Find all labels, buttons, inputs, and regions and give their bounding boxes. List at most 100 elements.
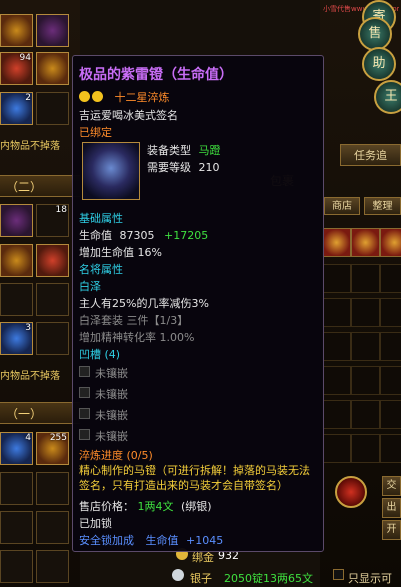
silver-value: 2050锭13两65文: [224, 572, 313, 585]
inventory-slot[interactable]: [36, 472, 69, 505]
inventory-slot[interactable]: 4: [0, 432, 33, 465]
safe-lock-value: +1045: [186, 534, 224, 547]
sell-out-button[interactable]: 出: [382, 498, 401, 518]
item-tooltip: 极品的紫雷镫（生命值） 十二星淬炼 吉运爱喝冰美式签名 已绑定 装备类型 马蹬 …: [72, 55, 324, 552]
trade-button[interactable]: 交: [382, 476, 401, 496]
sell-button[interactable]: 售: [358, 17, 392, 51]
socket-icon: [79, 408, 90, 419]
bag-slot[interactable]: [380, 434, 401, 463]
baize-set: 白泽套装 三件【1/3】: [79, 314, 189, 327]
silver-label: 银子: [190, 572, 212, 585]
sell-slot-icon[interactable]: [335, 476, 367, 508]
hp-row: 生命值 87305 +17205: [79, 227, 208, 243]
bag-slot[interactable]: [322, 366, 351, 395]
inventory-slot[interactable]: [36, 244, 69, 277]
silver-coin-icon: [172, 569, 184, 581]
item-count: 3: [25, 323, 31, 333]
refine-progress: 淬炼进度 (0/5): [79, 449, 153, 462]
socket-icon: [79, 366, 90, 377]
bag-slot[interactable]: [322, 228, 351, 257]
inventory-slot[interactable]: [0, 511, 33, 544]
inventory-slot[interactable]: [0, 472, 33, 505]
help-button[interactable]: 助: [362, 47, 396, 81]
level-value: 210: [198, 161, 220, 174]
bag-slot[interactable]: [380, 400, 401, 429]
arrange-tab[interactable]: 整理: [364, 197, 401, 215]
bag-slot[interactable]: [351, 400, 380, 429]
sell-price-row: 售店价格： 1两4文 (绑银): [79, 498, 212, 514]
inventory-slot[interactable]: [0, 204, 33, 237]
socket-icon: [79, 429, 90, 440]
locked-status: 已加锁: [79, 517, 112, 530]
bag-slot[interactable]: [380, 366, 401, 395]
sell-price-value: 1两4文: [137, 500, 174, 513]
inventory-slot[interactable]: [36, 322, 69, 355]
socket-icon: [79, 387, 90, 398]
bag-slot[interactable]: [351, 434, 380, 463]
bag-slot[interactable]: [351, 332, 380, 361]
hp-bonus: +17205: [164, 229, 209, 242]
section-two-header[interactable]: （二）: [0, 175, 80, 197]
famous-attr-header: 名将属性: [79, 263, 123, 276]
open-button[interactable]: 开: [382, 520, 401, 540]
inventory-slot[interactable]: [36, 92, 69, 125]
bag-slot[interactable]: [351, 264, 380, 293]
bag-slot[interactable]: [380, 298, 401, 327]
bag-slot[interactable]: [322, 434, 351, 463]
item-count: 255: [49, 433, 67, 443]
signature: 吉运爱喝冰美式签名: [79, 109, 178, 122]
slot-header: 凹槽 (4): [79, 348, 121, 361]
equip-type-value: 马蹬: [198, 144, 221, 157]
item-count: 94: [19, 53, 31, 63]
section-one-header[interactable]: （一）: [0, 402, 80, 424]
equip-type-label: 装备类型: [147, 144, 191, 157]
shop-tab[interactable]: 商店: [324, 197, 360, 215]
inventory-slot[interactable]: [0, 244, 33, 277]
item-count: 18: [55, 205, 67, 215]
inventory-slot[interactable]: 255: [36, 432, 69, 465]
safe-lock-row: 安全锁加成 生命值 +1045: [79, 532, 223, 548]
inventory-slot[interactable]: [0, 550, 33, 583]
inventory-slot[interactable]: [36, 283, 69, 316]
bag-slot[interactable]: [380, 264, 401, 293]
bag-slot[interactable]: [351, 228, 380, 257]
baize-name: 白泽: [79, 280, 101, 293]
no-drop-notice: 内物品不掉落: [0, 141, 60, 152]
bag-slot[interactable]: [322, 298, 351, 327]
stirrup-item-icon: [82, 142, 140, 200]
safe-lock-attr: 生命值: [145, 534, 179, 547]
bag-slot[interactable]: [322, 332, 351, 361]
bound-status: 已绑定: [79, 126, 112, 139]
inventory-slot[interactable]: 94: [0, 52, 33, 85]
level-label: 需要等级: [147, 161, 191, 174]
item-title: 极品的紫雷镫（生命值）: [79, 67, 233, 83]
only-show-checkbox[interactable]: [333, 569, 344, 580]
only-show-label: 只显示可: [348, 572, 392, 585]
bag-slot[interactable]: [351, 366, 380, 395]
inventory-slot[interactable]: 3: [0, 322, 33, 355]
sell-price-bound: (绑银): [181, 500, 212, 513]
inventory-slot[interactable]: [0, 14, 33, 47]
inventory-slot[interactable]: 2: [0, 92, 33, 125]
inventory-slot[interactable]: [36, 550, 69, 583]
inventory-slot[interactable]: [36, 14, 69, 47]
bag-slot[interactable]: [380, 228, 401, 257]
inventory-slot[interactable]: [36, 511, 69, 544]
socket-status: 未镶嵌: [95, 409, 128, 422]
equip-type-row: 装备类型 马蹬: [147, 142, 221, 158]
inventory-slot[interactable]: [36, 52, 69, 85]
task-track-button[interactable]: 任务追: [340, 144, 401, 166]
bag-slot[interactable]: [351, 298, 380, 327]
item-description: 精心制作的马镫（可进行拆解！掉落的马装无法签名，只有打造出来的马装才会自带签名）: [79, 464, 310, 492]
bag-slot[interactable]: [322, 400, 351, 429]
level-row: 需要等级 210: [147, 159, 220, 175]
king-button[interactable]: 王: [374, 80, 401, 114]
sell-price-label: 售店价格：: [79, 500, 134, 513]
bag-slot[interactable]: [322, 264, 351, 293]
spirit-rate: 增加精神转化率 1.00%: [79, 331, 195, 344]
hp-value: 87305: [119, 229, 155, 242]
inventory-slot[interactable]: 18: [36, 204, 69, 237]
item-count: 4: [25, 433, 31, 443]
inventory-slot[interactable]: [0, 283, 33, 316]
bag-slot[interactable]: [380, 332, 401, 361]
